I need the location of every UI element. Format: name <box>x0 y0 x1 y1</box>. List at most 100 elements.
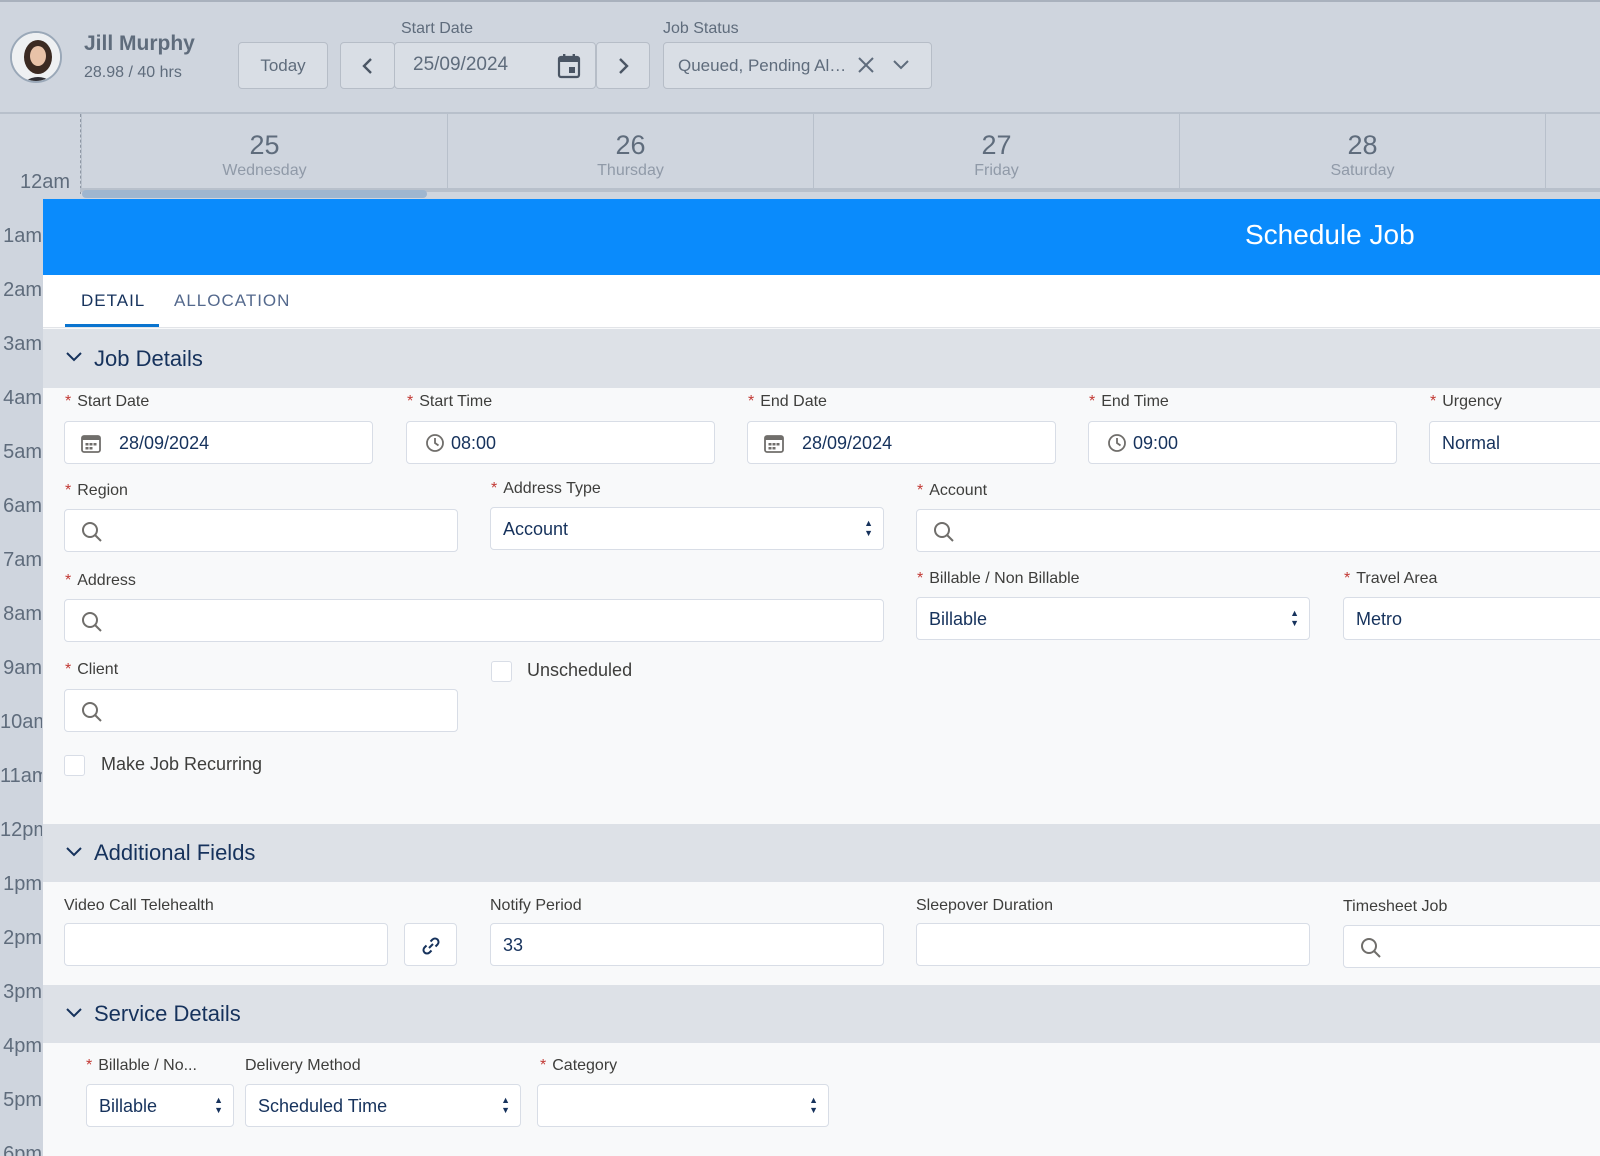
select-arrows-icon: ▲ ▼ <box>501 1095 510 1115</box>
make-job-recurring-label: Make Job Recurring <box>101 754 263 774</box>
unscheduled-label: Unscheduled <box>527 660 633 680</box>
hour-label: 7am <box>3 549 42 571</box>
delivery-method-select[interactable]: Scheduled Time ▲ ▼ <box>245 1084 521 1127</box>
start-time-field[interactable]: 08:00 <box>406 421 715 464</box>
hour-label: 9am <box>3 657 42 679</box>
section-title: Job Details <box>94 346 203 371</box>
start-date-field[interactable]: 28/09/2024 <box>64 421 373 464</box>
user-avatar[interactable] <box>10 31 62 83</box>
search-icon <box>82 522 102 542</box>
next-week-button[interactable] <box>596 42 650 89</box>
section-title: Service Details <box>94 1001 241 1026</box>
sleepover-duration-input[interactable] <box>916 923 1310 966</box>
day-name: Saturday <box>1330 162 1395 179</box>
hour-label: 8am <box>3 603 42 625</box>
start-date-input[interactable]: 25/09/2024 <box>394 42 596 89</box>
job-status-value: Queued, Pending Al… <box>678 56 847 75</box>
open-link-button[interactable] <box>404 923 457 966</box>
day-column-header <box>1545 114 1600 192</box>
day-number: 28 <box>1347 130 1378 160</box>
hour-label: 2pm <box>3 927 42 949</box>
clock-icon[interactable] <box>425 433 445 453</box>
region-search-input[interactable] <box>64 509 458 552</box>
hour-label: 3pm <box>3 981 42 1003</box>
client-field-label: * Client <box>65 661 119 678</box>
hour-label: 1pm <box>3 873 42 895</box>
day-column-header[interactable]: 27 Friday <box>813 114 1179 192</box>
day-name: Thursday <box>597 162 664 179</box>
video-call-label: Video Call Telehealth <box>64 897 214 914</box>
start-time-value: 08:00 <box>451 433 497 453</box>
clock-icon[interactable] <box>1107 433 1127 453</box>
tab-detail[interactable]: DETAIL <box>81 291 145 311</box>
hour-label: 12pm <box>0 819 42 841</box>
calendar-icon[interactable] <box>764 433 784 453</box>
active-tab-indicator <box>65 324 159 327</box>
day-column-header[interactable]: 28 Saturday <box>1179 114 1545 192</box>
account-field-label: * Account <box>917 482 988 499</box>
tab-allocation[interactable]: ALLOCATION <box>174 291 290 311</box>
additional-fields-section-header[interactable]: Additional Fields <box>43 824 1600 882</box>
end-time-value: 09:00 <box>1133 433 1179 453</box>
day-column-header[interactable]: 25 Wednesday <box>81 114 447 192</box>
user-name: Jill Murphy <box>84 32 195 55</box>
chevron-left-icon <box>361 57 372 74</box>
chevron-down-icon[interactable] <box>891 56 911 74</box>
service-billable-select[interactable]: Billable ▲ ▼ <box>86 1084 234 1127</box>
notify-period-input[interactable]: 33 <box>490 923 884 966</box>
previous-week-button[interactable] <box>340 42 395 89</box>
schedule-job-modal: Schedule Job DETAIL ALLOCATION Job Detai… <box>43 199 1600 1156</box>
end-date-field[interactable]: 28/09/2024 <box>747 421 1056 464</box>
job-details-section-header[interactable]: Job Details <box>43 329 1600 388</box>
scheduler-toolbar: Jill Murphy 28.98 / 40 hrs Today Start D… <box>0 0 1600 114</box>
travel-area-value: Metro <box>1356 609 1403 629</box>
select-arrows-icon: ▲ ▼ <box>809 1095 818 1115</box>
day-number: 27 <box>981 130 1012 160</box>
service-details-section-header[interactable]: Service Details <box>43 985 1600 1043</box>
video-call-input[interactable] <box>64 923 388 966</box>
address-type-select[interactable]: Account ▲ ▼ <box>490 507 884 550</box>
section-title: Additional Fields <box>94 840 256 865</box>
chevron-down-icon <box>66 1008 82 1018</box>
end-time-field[interactable]: 09:00 <box>1088 421 1397 464</box>
select-arrows-icon: ▲ ▼ <box>214 1095 223 1115</box>
select-arrows-icon: ▲ ▼ <box>1290 608 1299 628</box>
billable-select[interactable]: Billable ▲ ▼ <box>916 597 1310 640</box>
job-status-select[interactable]: Queued, Pending Al… <box>663 42 932 89</box>
unscheduled-checkbox[interactable] <box>491 661 512 682</box>
hour-label: 10am <box>0 711 42 733</box>
account-search-input[interactable] <box>916 509 1600 552</box>
category-select[interactable]: ▲ ▼ <box>537 1084 829 1127</box>
hour-label: 3am <box>3 333 42 355</box>
day-column-header[interactable]: 26 Thursday <box>447 114 813 192</box>
timesheet-job-search-input[interactable] <box>1343 925 1600 968</box>
calendar-icon[interactable] <box>81 433 101 453</box>
client-search-input[interactable] <box>64 689 458 732</box>
end-date-field-label: * End Date <box>748 393 827 410</box>
start-date-label: Start Date <box>401 20 474 37</box>
today-button[interactable]: Today <box>238 42 328 89</box>
billable-field-label: * Billable / Non Billable <box>917 570 1080 587</box>
modal-header: Schedule Job <box>43 199 1600 275</box>
timesheet-job-label: Timesheet Job <box>1343 898 1448 915</box>
address-field-label: * Address <box>65 572 136 589</box>
day-name: Friday <box>974 162 1019 179</box>
search-icon <box>934 522 954 542</box>
hour-label: 4pm <box>3 1035 42 1057</box>
chevron-right-icon <box>619 57 629 74</box>
urgency-select[interactable]: Normal <box>1429 421 1600 464</box>
clear-icon[interactable] <box>855 54 877 76</box>
current-day-indicator <box>82 190 427 198</box>
calendar-icon[interactable] <box>557 53 581 79</box>
job-status-label: Job Status <box>663 20 739 37</box>
address-search-input[interactable] <box>64 599 884 642</box>
travel-area-select[interactable]: Metro <box>1343 597 1600 640</box>
service-billable-value: Billable <box>99 1096 158 1116</box>
start-time-field-label: * Start Time <box>407 393 493 410</box>
address-type-value: Account <box>503 519 569 539</box>
chevron-down-icon <box>66 352 82 362</box>
category-label: * Category <box>540 1057 618 1074</box>
day-number: 25 <box>249 130 280 160</box>
modal-title: Schedule Job <box>1245 219 1415 250</box>
make-job-recurring-checkbox[interactable] <box>64 755 85 776</box>
